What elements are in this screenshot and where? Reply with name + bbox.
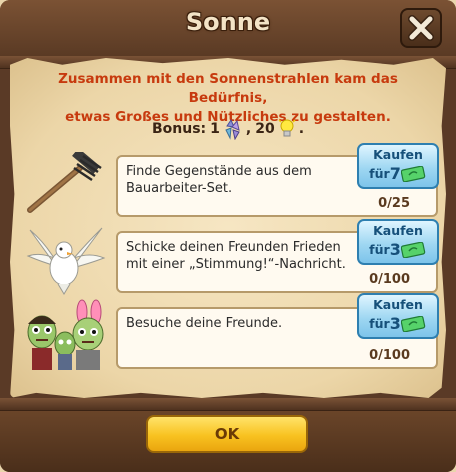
task-description: Schicke deinen Freunden Frieden mit eine… xyxy=(126,240,346,272)
bonus-separator: , xyxy=(245,121,252,137)
zombie-friends-icon xyxy=(20,298,110,376)
buy-price: 7 xyxy=(389,164,401,183)
task-progress: 0/100 xyxy=(369,348,410,363)
rake-icon xyxy=(22,148,108,220)
bonus-amount-2: 20 xyxy=(255,121,275,137)
bonus-row: Bonus: 1 , 20 . xyxy=(0,118,456,140)
bonus-label: Bonus: xyxy=(151,121,207,137)
close-icon xyxy=(408,15,434,41)
crystal-icon xyxy=(225,118,240,140)
dove-icon xyxy=(20,222,108,302)
buy-button[interactable]: Kaufen für 3 xyxy=(357,293,439,339)
buy-price: 3 xyxy=(389,314,401,333)
intro-line: Zusammen mit den Sonnenstrahlen kam das … xyxy=(58,71,398,106)
wood-plank xyxy=(0,398,456,411)
buy-button[interactable]: Kaufen für 7 xyxy=(357,143,439,189)
task-description: Besuche deine Freunde. xyxy=(126,316,283,331)
dollar-bill-icon xyxy=(400,316,426,332)
dialog-title: Sonne xyxy=(185,8,271,36)
buy-price-prefix: für xyxy=(369,316,390,331)
quest-dialog: Sonne Zusammen mit den Sonnenstrahlen ka… xyxy=(0,0,456,472)
buy-label: Kaufen xyxy=(373,147,423,162)
ok-button[interactable]: OK xyxy=(146,415,308,453)
buy-button[interactable]: Kaufen für 3 xyxy=(357,219,439,265)
task-progress: 0/25 xyxy=(378,196,410,211)
dollar-bill-icon xyxy=(400,166,426,182)
buy-price: 3 xyxy=(389,240,401,259)
dollar-bill-icon xyxy=(400,242,426,258)
lightbulb-icon xyxy=(278,119,296,137)
bonus-end: . xyxy=(298,121,305,137)
bonus-amount-1: 1 xyxy=(210,121,220,137)
buy-price-prefix: für xyxy=(369,166,390,181)
buy-price-prefix: für xyxy=(369,242,390,257)
close-button[interactable] xyxy=(400,8,442,48)
buy-label: Kaufen xyxy=(373,223,423,238)
task-description: Finde Gegenstände aus dem Bauarbeiter-Se… xyxy=(126,164,312,196)
task-progress: 0/100 xyxy=(369,272,410,287)
buy-label: Kaufen xyxy=(373,297,423,312)
